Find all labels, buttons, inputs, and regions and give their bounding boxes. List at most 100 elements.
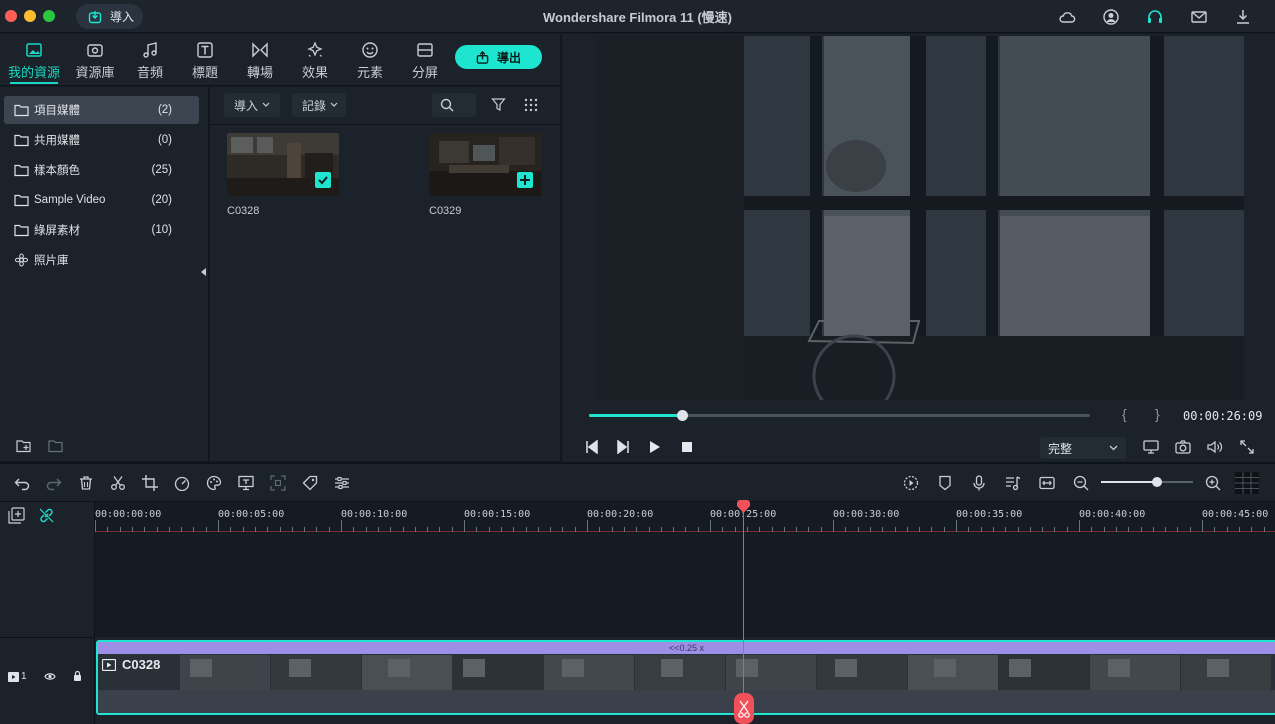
support-headset-icon[interactable] <box>1146 8 1164 26</box>
sidebar-item-sample-video[interactable]: Sample Video (20) <box>4 186 199 214</box>
download-icon[interactable] <box>1234 8 1252 26</box>
fullscreen-icon[interactable] <box>1240 440 1254 454</box>
export-icon <box>476 50 489 64</box>
filmstrip-frame-detail <box>661 659 683 677</box>
sidebar-item-green-screen[interactable]: 綠屏素材 (10) <box>4 216 199 244</box>
tab-effects[interactable]: 效果 <box>285 34 345 86</box>
transition-icon <box>252 42 268 58</box>
speed-gauge-icon[interactable] <box>174 475 190 491</box>
tab-transitions[interactable]: 轉場 <box>230 34 290 86</box>
tab-my-media[interactable]: 我的資源 <box>4 34 64 86</box>
link-snap-icon[interactable] <box>38 507 55 524</box>
media-item-name: C0329 <box>429 205 462 217</box>
collapse-sidebar-icon[interactable] <box>201 268 206 276</box>
account-icon[interactable] <box>1102 8 1120 26</box>
video-clip-icon <box>102 658 116 671</box>
play-icon[interactable] <box>649 440 661 454</box>
playhead-handle[interactable] <box>737 500 750 513</box>
export-button[interactable]: 導出 <box>455 45 542 69</box>
clip-filmstrip <box>180 655 1271 690</box>
playhead-cut-button[interactable] <box>734 693 754 724</box>
folder-icon[interactable] <box>48 439 64 453</box>
ruler-label: 00:00:00:00 <box>95 509 162 520</box>
stop-icon[interactable] <box>682 442 692 452</box>
tab-audio[interactable]: 音頻 <box>120 34 180 86</box>
lock-icon[interactable] <box>73 670 82 682</box>
filmstrip-frame-detail <box>1207 659 1229 677</box>
media-item-name: C0328 <box>227 205 260 217</box>
check-icon <box>318 176 328 185</box>
fit-timeline-icon[interactable] <box>1039 475 1055 491</box>
media-thumbnail[interactable] <box>227 133 339 196</box>
eye-visibility-icon[interactable] <box>44 672 56 681</box>
tab-titles[interactable]: 標題 <box>175 34 235 86</box>
sidebar-item-project-media[interactable]: 項目媒體 (2) <box>4 96 199 124</box>
keyframe-tag-icon[interactable] <box>302 475 318 491</box>
motion-tracking-icon[interactable] <box>270 475 286 491</box>
added-check-badge <box>315 172 331 188</box>
preview-scrubber-handle[interactable] <box>677 410 688 421</box>
microphone-icon[interactable] <box>971 475 987 491</box>
crop-icon[interactable] <box>142 475 158 491</box>
title-t-icon <box>197 42 213 58</box>
timeline-layout-icon[interactable] <box>1235 472 1259 494</box>
clip-speed-bar[interactable]: <<0.25 x <box>98 642 1275 654</box>
folder-icon <box>14 224 29 237</box>
tab-elements[interactable]: 元素 <box>340 34 400 86</box>
sidebar-item-sample-colors[interactable]: 樣本顏色 (25) <box>4 156 199 184</box>
color-palette-icon[interactable] <box>206 475 222 491</box>
record-dropdown[interactable]: 記錄 <box>292 93 346 117</box>
undo-icon[interactable] <box>14 475 30 491</box>
marker-icon[interactable] <box>937 475 953 491</box>
grid-view-icon[interactable] <box>524 98 538 112</box>
ruler-label: 00:00:40:00 <box>1079 509 1146 520</box>
volume-icon[interactable] <box>1207 440 1223 454</box>
smiley-icon <box>362 42 378 58</box>
ruler-label: 00:00:45:00 <box>1202 509 1269 520</box>
zoom-in-icon[interactable] <box>1205 475 1221 491</box>
green-screen-icon[interactable] <box>238 475 254 491</box>
mark-out-icon[interactable]: } <box>1155 406 1160 422</box>
filmstrip-frame-detail <box>934 659 956 677</box>
split-screen-icon <box>417 43 433 57</box>
empty-track-area[interactable] <box>96 533 1275 637</box>
new-folder-icon[interactable] <box>16 439 32 453</box>
sidebar-item-shared-media[interactable]: 共用媒體 (0) <box>4 126 199 154</box>
scissors-cut-icon[interactable] <box>110 475 126 491</box>
zoom-slider-handle[interactable] <box>1152 477 1162 487</box>
adjust-sliders-icon[interactable] <box>334 475 350 491</box>
sparkle-icon <box>307 41 323 57</box>
monitor-icon[interactable] <box>1143 440 1159 454</box>
search-field[interactable] <box>432 93 476 117</box>
mark-in-icon[interactable]: { <box>1122 406 1127 422</box>
render-preview-icon[interactable] <box>903 475 919 491</box>
playhead-line[interactable] <box>743 510 744 715</box>
tab-stock-media[interactable]: 資源庫 <box>65 34 125 86</box>
filmstrip-frame <box>271 655 361 690</box>
video-track-icon <box>8 672 19 682</box>
step-back-icon[interactable] <box>584 440 600 454</box>
media-thumbnail[interactable] <box>429 133 541 196</box>
redo-icon[interactable] <box>46 475 62 491</box>
import-dropdown[interactable]: 導入 <box>224 93 280 117</box>
add-track-icon[interactable] <box>8 507 25 524</box>
folder-icon <box>14 164 29 177</box>
step-forward-icon[interactable] <box>615 440 631 454</box>
zoom-slider-fill <box>1101 481 1157 483</box>
zoom-out-icon[interactable] <box>1073 475 1089 491</box>
snapshot-camera-icon[interactable] <box>1175 440 1191 454</box>
filmstrip-frame-detail <box>388 659 410 677</box>
cloud-icon[interactable] <box>1058 8 1076 26</box>
mail-icon[interactable] <box>1190 8 1208 26</box>
video-preview-frame <box>594 36 1244 400</box>
playback-quality-dropdown[interactable]: 完整 <box>1040 437 1126 459</box>
delete-trash-icon[interactable] <box>78 475 94 491</box>
filter-icon[interactable] <box>491 97 506 112</box>
add-to-project-badge[interactable] <box>517 172 533 188</box>
app-title: Wondershare Filmora 11 (慢速) <box>542 10 733 25</box>
image-icon <box>26 43 42 57</box>
video-frame-image <box>594 36 1244 400</box>
sidebar-item-photo-library[interactable]: 照片庫 <box>4 246 199 274</box>
audio-mixer-icon[interactable] <box>1005 475 1021 491</box>
tab-split-screen[interactable]: 分屏 <box>395 34 455 86</box>
